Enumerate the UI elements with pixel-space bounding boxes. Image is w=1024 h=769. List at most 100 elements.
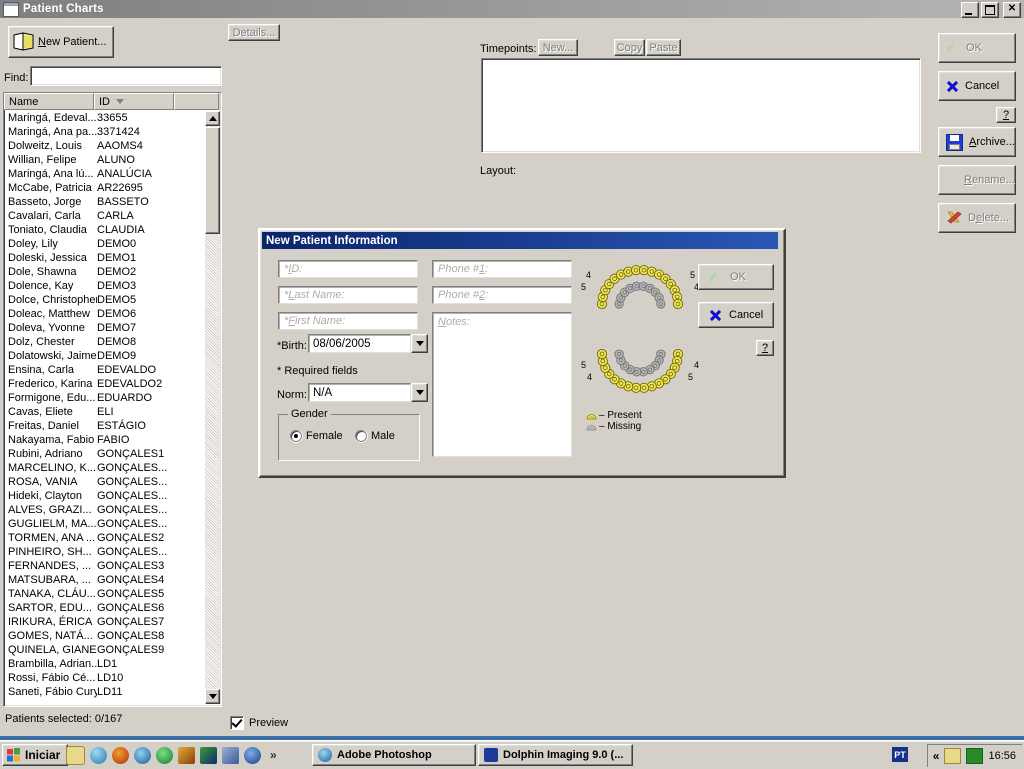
table-row[interactable]: Dole, Shawna DEMO2 <box>5 265 203 279</box>
id-field[interactable]: *ID: <box>278 260 418 278</box>
play-icon[interactable] <box>156 746 173 764</box>
phone1-field[interactable]: Phone #1: <box>432 260 572 278</box>
table-row[interactable]: Willian, Felipe ALUNO <box>5 153 203 167</box>
details-button[interactable]: Details... <box>228 24 280 41</box>
table-row[interactable]: Maringá, Edeval... 33655 <box>5 111 203 125</box>
chevron-down-icon[interactable] <box>411 383 428 402</box>
pen-icon[interactable] <box>178 746 195 764</box>
rename-button[interactable]: Rename... <box>938 165 1016 195</box>
dental-arch-chart[interactable]: 45545445 – Present – Missing <box>580 258 700 458</box>
dialog-cancel-button[interactable]: Cancel <box>698 302 774 328</box>
table-row[interactable]: Dolweitz, Louis AAOMS4 <box>5 139 203 153</box>
table-row[interactable]: Maringá, Ana lú... ANALÚCIA <box>5 167 203 181</box>
patient-list-rows[interactable]: Maringá, Edeval... 33655 Maringá, Ana pa..… <box>5 111 203 704</box>
table-row[interactable]: Dolence, Kay DEMO3 <box>5 279 203 293</box>
start-button[interactable]: Iniciar <box>2 744 69 766</box>
table-row[interactable]: TORMEN, ANA ... GONÇALES2 <box>5 531 203 545</box>
new-patient-button[interactable]: New Patient... <box>8 26 114 58</box>
internet-explorer-icon[interactable] <box>90 746 107 764</box>
tray-folder-icon[interactable] <box>944 748 962 764</box>
tray-overflow-chevron[interactable]: « <box>933 749 940 763</box>
taskbar-button-photoshop[interactable]: Adobe Photoshop <box>312 744 476 766</box>
tooth-missing[interactable] <box>656 299 666 309</box>
table-row[interactable]: Rossi, Fábio Cé... LD10 <box>5 671 203 685</box>
table-row[interactable]: Freitas, Daniel ESTÁGIO <box>5 419 203 433</box>
scroll-up-button[interactable] <box>205 111 220 126</box>
table-row[interactable]: Dolatowski, Jaime DEMO9 <box>5 349 203 363</box>
patient-list-scrollbar[interactable] <box>205 111 220 704</box>
table-row[interactable]: ALVES, GRAZI... GONÇALES... <box>5 503 203 517</box>
table-row[interactable]: MATSUBARA, ... GONÇALES4 <box>5 573 203 587</box>
table-row[interactable]: Ensina, Carla EDEVALDO <box>5 363 203 377</box>
gender-male-radio[interactable]: Male <box>355 430 395 442</box>
table-row[interactable]: Doleac, Matthew DEMO6 <box>5 307 203 321</box>
tray-save-icon[interactable] <box>966 748 984 764</box>
table-row[interactable]: Doleva, Yvonne DEMO7 <box>5 321 203 335</box>
table-row[interactable]: Toniato, Claudia CLAUDIA <box>5 223 203 237</box>
norm-value[interactable]: N/A <box>308 383 411 402</box>
timepoints-list[interactable] <box>481 58 921 153</box>
preview-checkbox[interactable]: Preview <box>230 716 288 730</box>
table-row[interactable]: Dolce, Christopher DEMO5 <box>5 293 203 307</box>
network-icon[interactable] <box>222 746 239 764</box>
language-indicator[interactable]: PT <box>892 747 908 762</box>
tooth-present[interactable] <box>672 298 684 310</box>
table-row[interactable]: Doleski, Jessica DEMO1 <box>5 251 203 265</box>
table-row[interactable]: Basseto, Jorge BASSETO <box>5 195 203 209</box>
radio-icon[interactable] <box>355 430 367 442</box>
ok-button[interactable]: OK <box>938 33 1016 63</box>
table-row[interactable]: TANAKA, CLÁU... GONÇALES5 <box>5 587 203 601</box>
table-row[interactable]: GOMES, NATÁ... GONÇALES8 <box>5 629 203 643</box>
firefox-icon[interactable] <box>112 746 129 764</box>
table-row[interactable]: Brambilla, Adrian... LD1 <box>5 657 203 671</box>
table-row[interactable]: Cavalari, Carla CARLA <box>5 209 203 223</box>
table-row[interactable]: Doley, Lily DEMO0 <box>5 237 203 251</box>
copy-button[interactable]: Copy <box>614 39 645 56</box>
norm-combobox[interactable]: N/A <box>308 383 428 402</box>
patient-list[interactable]: Name ID Maringá, Edeval... 33655 Maringá, … <box>3 92 222 707</box>
table-row[interactable]: Maringá, Ana pa... 3371424 <box>5 125 203 139</box>
quicklaunch-overflow-chevron[interactable]: » <box>270 748 277 762</box>
table-row[interactable]: PINHEIRO, SH... GONÇALES... <box>5 545 203 559</box>
table-row[interactable]: McCabe, Patricia AR22695 <box>5 181 203 195</box>
radio-icon[interactable] <box>290 430 302 442</box>
clock[interactable]: 16:56 <box>988 750 1016 762</box>
media-icon[interactable] <box>134 746 151 764</box>
gender-female-radio[interactable]: Female <box>290 430 343 442</box>
column-header-blank[interactable] <box>174 93 219 110</box>
birth-combobox[interactable]: 08/06/2005 <box>308 334 428 353</box>
table-row[interactable]: Cavas, Eliete ELI <box>5 405 203 419</box>
delete-button[interactable]: Delete... <box>938 203 1016 233</box>
database-icon[interactable] <box>200 746 217 764</box>
dialog-help-button[interactable]: ? <box>756 340 774 356</box>
table-row[interactable]: SARTOR, EDU... GONÇALES6 <box>5 601 203 615</box>
column-header-id[interactable]: ID <box>94 93 174 110</box>
table-row[interactable]: Nakayama, Fabio FABIO <box>5 433 203 447</box>
birth-value[interactable]: 08/06/2005 <box>308 334 411 353</box>
find-input[interactable] <box>30 66 222 86</box>
folder-icon[interactable] <box>66 745 85 765</box>
table-row[interactable]: Saneti, Fábio Cury LD11 <box>5 685 203 699</box>
dental-arch-svg[interactable]: 45545445 <box>580 258 700 408</box>
scrollbar-thumb[interactable] <box>205 127 220 234</box>
table-row[interactable]: Dolz, Chester DEMO8 <box>5 335 203 349</box>
dialog-ok-button[interactable]: OK <box>698 264 774 290</box>
checkbox-icon[interactable] <box>230 716 244 730</box>
column-header-name[interactable]: Name <box>4 93 94 110</box>
table-row[interactable]: Rubini, Adriano GONÇALES1 <box>5 447 203 461</box>
table-row[interactable]: Frederico, Karina EDEVALDO2 <box>5 377 203 391</box>
taskbar-button-dolphin[interactable]: Dolphin Imaging 9.0 (... <box>478 744 633 766</box>
chevron-down-icon[interactable] <box>411 334 428 353</box>
paste-button[interactable]: Paste <box>646 39 681 56</box>
globe-icon[interactable] <box>244 746 261 764</box>
table-row[interactable]: GUGLIELM, MA... GONÇALES... <box>5 517 203 531</box>
table-row[interactable]: MARCELINO, K... GONÇALES... <box>5 461 203 475</box>
table-row[interactable]: QUINELA, GIANE GONÇALES9 <box>5 643 203 657</box>
new-timepoint-button[interactable]: New... <box>538 39 578 56</box>
table-row[interactable]: IRIKURA, ÉRICA GONÇALES7 <box>5 615 203 629</box>
scroll-down-button[interactable] <box>205 689 220 704</box>
last-name-field[interactable]: *Last Name: <box>278 286 418 304</box>
tooth-present[interactable] <box>596 348 608 360</box>
phone2-field[interactable]: Phone #2: <box>432 286 572 304</box>
find-input-text[interactable] <box>31 67 221 85</box>
